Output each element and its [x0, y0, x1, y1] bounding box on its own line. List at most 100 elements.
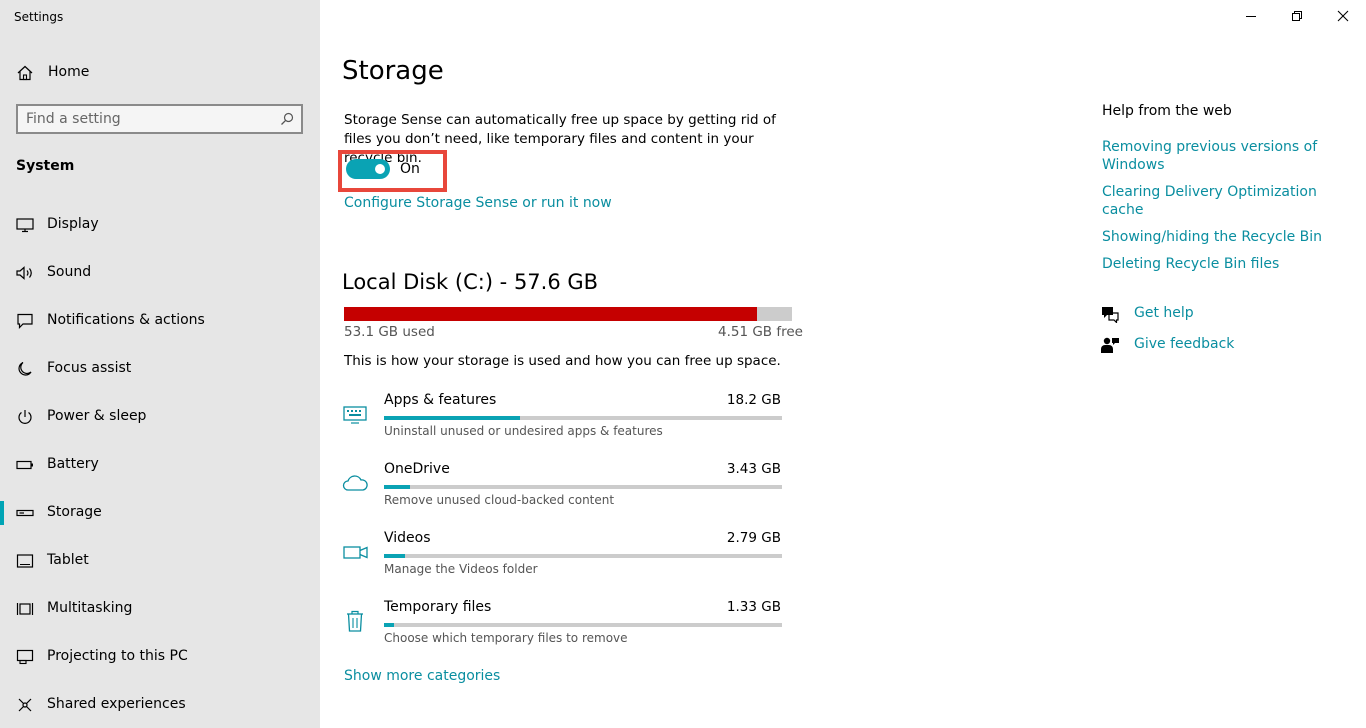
show-more-categories-link[interactable]: Show more categories	[344, 668, 500, 684]
sidebar-item-home[interactable]: Home	[0, 58, 320, 88]
help-links: Removing previous versions of Windows Cl…	[1102, 138, 1342, 282]
category-name: Videos	[384, 530, 431, 546]
toggle-state-label: On	[400, 161, 420, 177]
share-icon	[18, 698, 32, 712]
speaker-icon	[16, 266, 32, 280]
monitor-icon	[16, 218, 34, 233]
storage-sense-toggle[interactable]	[346, 159, 390, 179]
sidebar-nav: Display Sound Notifications & actions Fo…	[0, 201, 320, 728]
category-name: Apps & features	[384, 392, 497, 408]
sidebar-item-tablet[interactable]: Tablet	[0, 537, 320, 585]
sidebar-item-label: Power & sleep	[47, 408, 147, 424]
sidebar-item-storage[interactable]: Storage	[0, 489, 320, 537]
sidebar-item-sound[interactable]: Sound	[0, 249, 320, 297]
category-usage-fill	[384, 554, 406, 558]
sidebar-item-label: Multitasking	[47, 600, 133, 616]
help-link-showing-hiding-recycle-bin[interactable]: Showing/hiding the Recycle Bin	[1102, 228, 1342, 246]
restore-icon	[1292, 11, 1302, 21]
category-size: 3.43 GB	[726, 461, 781, 477]
feedback-icon	[1101, 337, 1119, 353]
sidebar-item-battery[interactable]: Battery	[0, 441, 320, 489]
tablet-icon	[16, 554, 34, 568]
toggle-knob	[375, 164, 385, 174]
give-feedback-action[interactable]: Give feedback	[1100, 334, 1300, 356]
restore-button[interactable]	[1274, 0, 1320, 32]
category-temporary-files[interactable]: Temporary files 1.33 GB Choose which tem…	[342, 599, 784, 659]
category-name: Temporary files	[384, 599, 492, 615]
disk-usage-bar	[344, 307, 792, 321]
sidebar-item-multitasking[interactable]: Multitasking	[0, 585, 320, 633]
multitasking-icon	[16, 603, 34, 615]
sidebar-item-display[interactable]: Display	[0, 201, 320, 249]
search-icon[interactable]	[280, 112, 294, 126]
storage-icon	[16, 509, 34, 517]
sidebar-item-label: Display	[47, 216, 99, 232]
disk-used-label: 53.1 GB used	[344, 324, 435, 340]
give-feedback-link[interactable]: Give feedback	[1134, 336, 1234, 352]
category-videos[interactable]: Videos 2.79 GB Manage the Videos folder	[342, 530, 784, 590]
close-button[interactable]	[1320, 0, 1366, 32]
disk-usage-fill	[344, 307, 758, 321]
sidebar: Settings Home System Display Sound Notif…	[0, 0, 320, 728]
section-label-system: System	[16, 158, 75, 174]
app-title: Settings	[14, 10, 64, 24]
moon-icon	[18, 361, 32, 376]
battery-icon	[16, 460, 33, 470]
search-box[interactable]	[16, 104, 303, 134]
category-size: 2.79 GB	[726, 530, 781, 546]
sidebar-item-shared-experiences[interactable]: Shared experiences	[0, 681, 320, 728]
category-usage-bar	[384, 416, 782, 420]
disk-title: Local Disk (C:) - 57.6 GB	[342, 270, 599, 294]
help-link-deleting-recycle-bin[interactable]: Deleting Recycle Bin files	[1102, 255, 1342, 273]
category-usage-bar	[384, 485, 782, 489]
disk-free-label: 4.51 GB free	[718, 324, 803, 340]
keyboard-icon	[343, 406, 367, 424]
get-help-action[interactable]: Get help	[1100, 303, 1300, 325]
category-description: Manage the Videos folder	[384, 562, 538, 576]
sidebar-item-label: Battery	[47, 456, 99, 472]
help-heading: Help from the web	[1102, 103, 1232, 119]
projector-icon	[16, 649, 34, 665]
sidebar-item-label: Shared experiences	[47, 696, 186, 712]
category-description: Choose which temporary files to remove	[384, 631, 628, 645]
sidebar-item-focus-assist[interactable]: Focus assist	[0, 345, 320, 393]
category-apps-features[interactable]: Apps & features 18.2 GB Uninstall unused…	[342, 392, 784, 452]
close-icon	[1337, 10, 1349, 22]
category-usage-bar	[384, 623, 782, 627]
home-icon	[17, 65, 33, 81]
configure-storage-sense-link[interactable]: Configure Storage Sense or run it now	[344, 195, 612, 211]
category-usage-fill	[384, 416, 520, 420]
minimize-icon	[1246, 16, 1256, 17]
category-usage-fill	[384, 623, 394, 627]
category-size: 18.2 GB	[726, 392, 781, 408]
sidebar-item-projecting[interactable]: Projecting to this PC	[0, 633, 320, 681]
trash-icon	[347, 610, 363, 632]
usage-description: This is how your storage is used and how…	[344, 353, 781, 369]
sidebar-item-power-sleep[interactable]: Power & sleep	[0, 393, 320, 441]
minimize-button[interactable]	[1228, 0, 1274, 32]
sidebar-item-label: Storage	[47, 504, 102, 520]
sidebar-item-label: Focus assist	[47, 360, 132, 376]
video-camera-icon	[343, 546, 368, 559]
sidebar-item-label: Home	[48, 64, 90, 80]
cloud-icon	[342, 475, 368, 491]
category-description: Remove unused cloud-backed content	[384, 493, 615, 507]
storage-sense-toggle-highlight: On	[338, 150, 447, 192]
sidebar-item-label: Notifications & actions	[47, 312, 205, 328]
sidebar-item-label: Projecting to this PC	[47, 648, 188, 664]
sidebar-item-notifications[interactable]: Notifications & actions	[0, 297, 320, 345]
help-link-removing-previous-versions[interactable]: Removing previous versions of Windows	[1102, 138, 1342, 174]
search-input[interactable]	[26, 109, 271, 129]
help-link-clearing-delivery-optimization[interactable]: Clearing Delivery Optimization cache	[1102, 183, 1342, 219]
category-onedrive[interactable]: OneDrive 3.43 GB Remove unused cloud-bac…	[342, 461, 784, 521]
category-name: OneDrive	[384, 461, 450, 477]
power-icon	[18, 410, 32, 424]
notification-icon	[17, 313, 33, 329]
chat-help-icon	[1102, 307, 1119, 323]
sidebar-item-label: Tablet	[47, 552, 89, 568]
category-usage-bar	[384, 554, 782, 558]
category-size: 1.33 GB	[726, 599, 781, 615]
category-description: Uninstall unused or undesired apps & fea…	[384, 424, 663, 438]
sidebar-item-label: Sound	[47, 264, 92, 280]
get-help-link[interactable]: Get help	[1134, 305, 1194, 321]
